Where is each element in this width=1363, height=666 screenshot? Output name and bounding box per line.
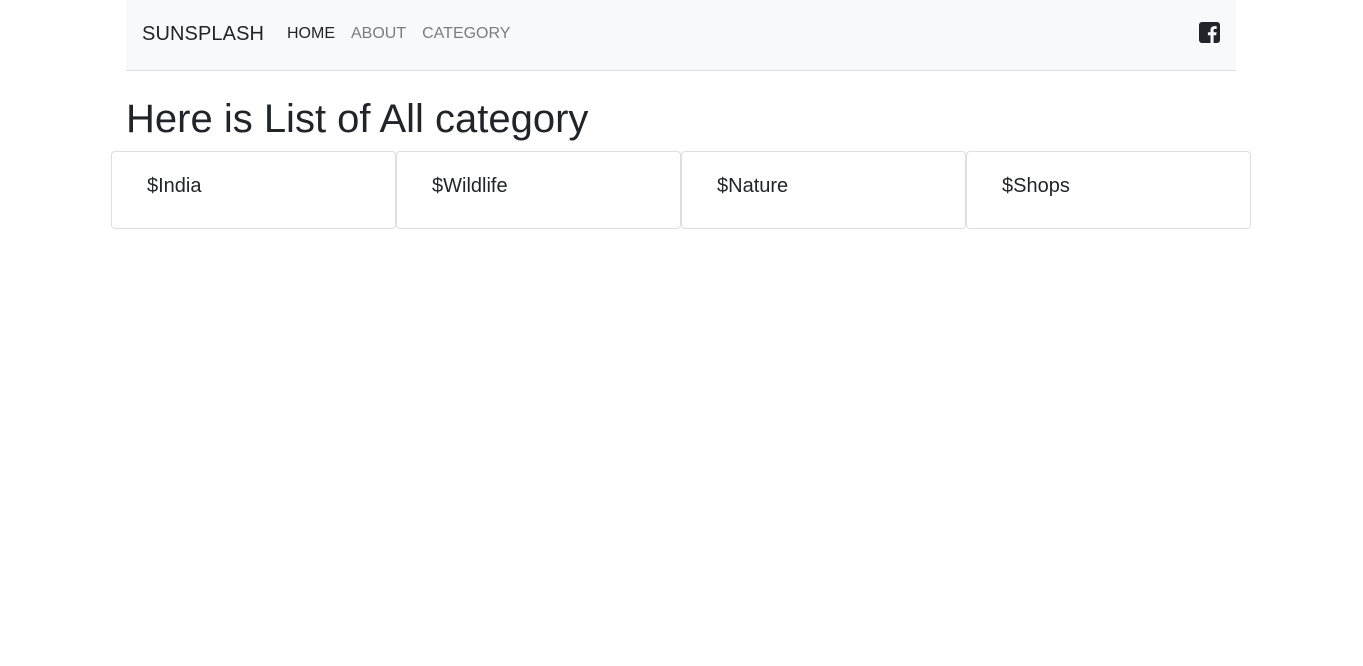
page-title: Here is List of All category	[126, 97, 589, 141]
nav-link-category[interactable]: CATEGORY	[422, 24, 510, 43]
navbar: SUNSPLASH HOME ABOUT CATEGORY	[126, 0, 1236, 71]
category-card-title: $Wildlife	[432, 175, 508, 197]
facebook-icon[interactable]	[1199, 22, 1220, 43]
category-card[interactable]: $Wildlife	[396, 151, 681, 229]
category-card-title: $Shops	[1002, 175, 1070, 197]
nav-link-home[interactable]: HOME	[287, 24, 335, 43]
category-card[interactable]: $Nature	[681, 151, 966, 229]
nav-links: HOME ABOUT CATEGORY	[287, 24, 510, 43]
category-list: $India $Wildlife $Nature $Shops	[111, 151, 1251, 229]
nav-link-about[interactable]: ABOUT	[351, 24, 406, 43]
category-card-title: $India	[147, 175, 202, 197]
category-card[interactable]: $Shops	[966, 151, 1251, 229]
category-card[interactable]: $India	[111, 151, 396, 229]
brand-link[interactable]: SUNSPLASH	[142, 22, 264, 46]
category-card-title: $Nature	[717, 175, 789, 197]
